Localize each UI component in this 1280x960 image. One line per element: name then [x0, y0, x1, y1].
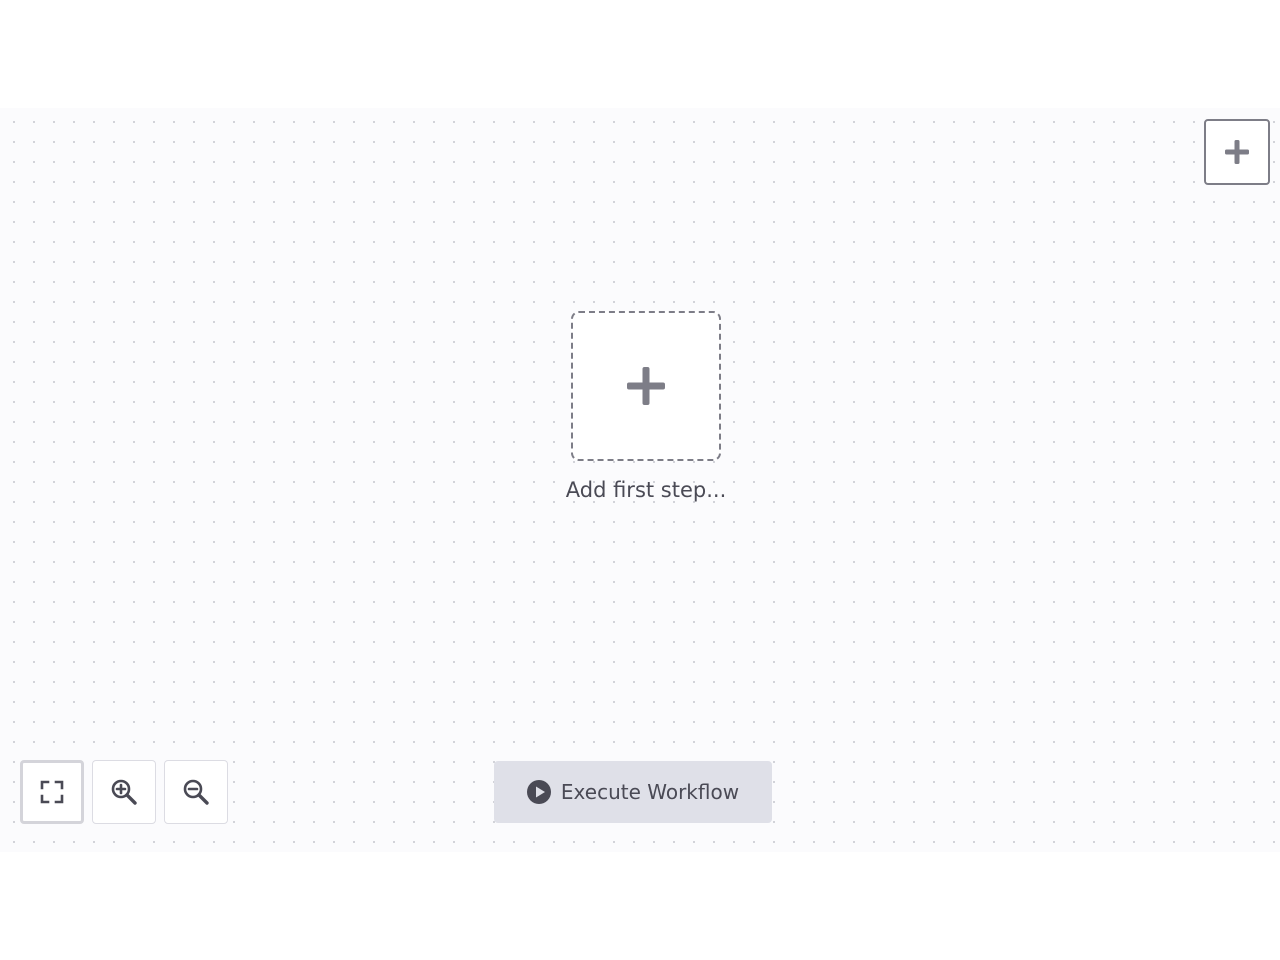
plus-icon	[1223, 138, 1251, 166]
canvas-controls	[20, 760, 228, 824]
expand-icon	[40, 780, 64, 804]
open-node-creator-button[interactable]	[1204, 119, 1270, 185]
zoom-out-button[interactable]	[164, 760, 228, 824]
fit-view-button[interactable]	[20, 760, 84, 824]
plus-icon	[626, 366, 666, 406]
zoom-in-button[interactable]	[92, 760, 156, 824]
execute-workflow-label: Execute Workflow	[560, 780, 740, 804]
add-first-step-button[interactable]	[571, 311, 721, 461]
play-circle-icon	[526, 780, 551, 804]
zoom-out-icon	[182, 778, 210, 806]
execute-workflow-button[interactable]: Execute Workflow	[494, 761, 772, 823]
workflow-editor: Add first step... Execute Workflow	[0, 0, 1280, 960]
add-first-step-label: Add first step...	[565, 478, 727, 502]
zoom-in-icon	[110, 778, 138, 806]
